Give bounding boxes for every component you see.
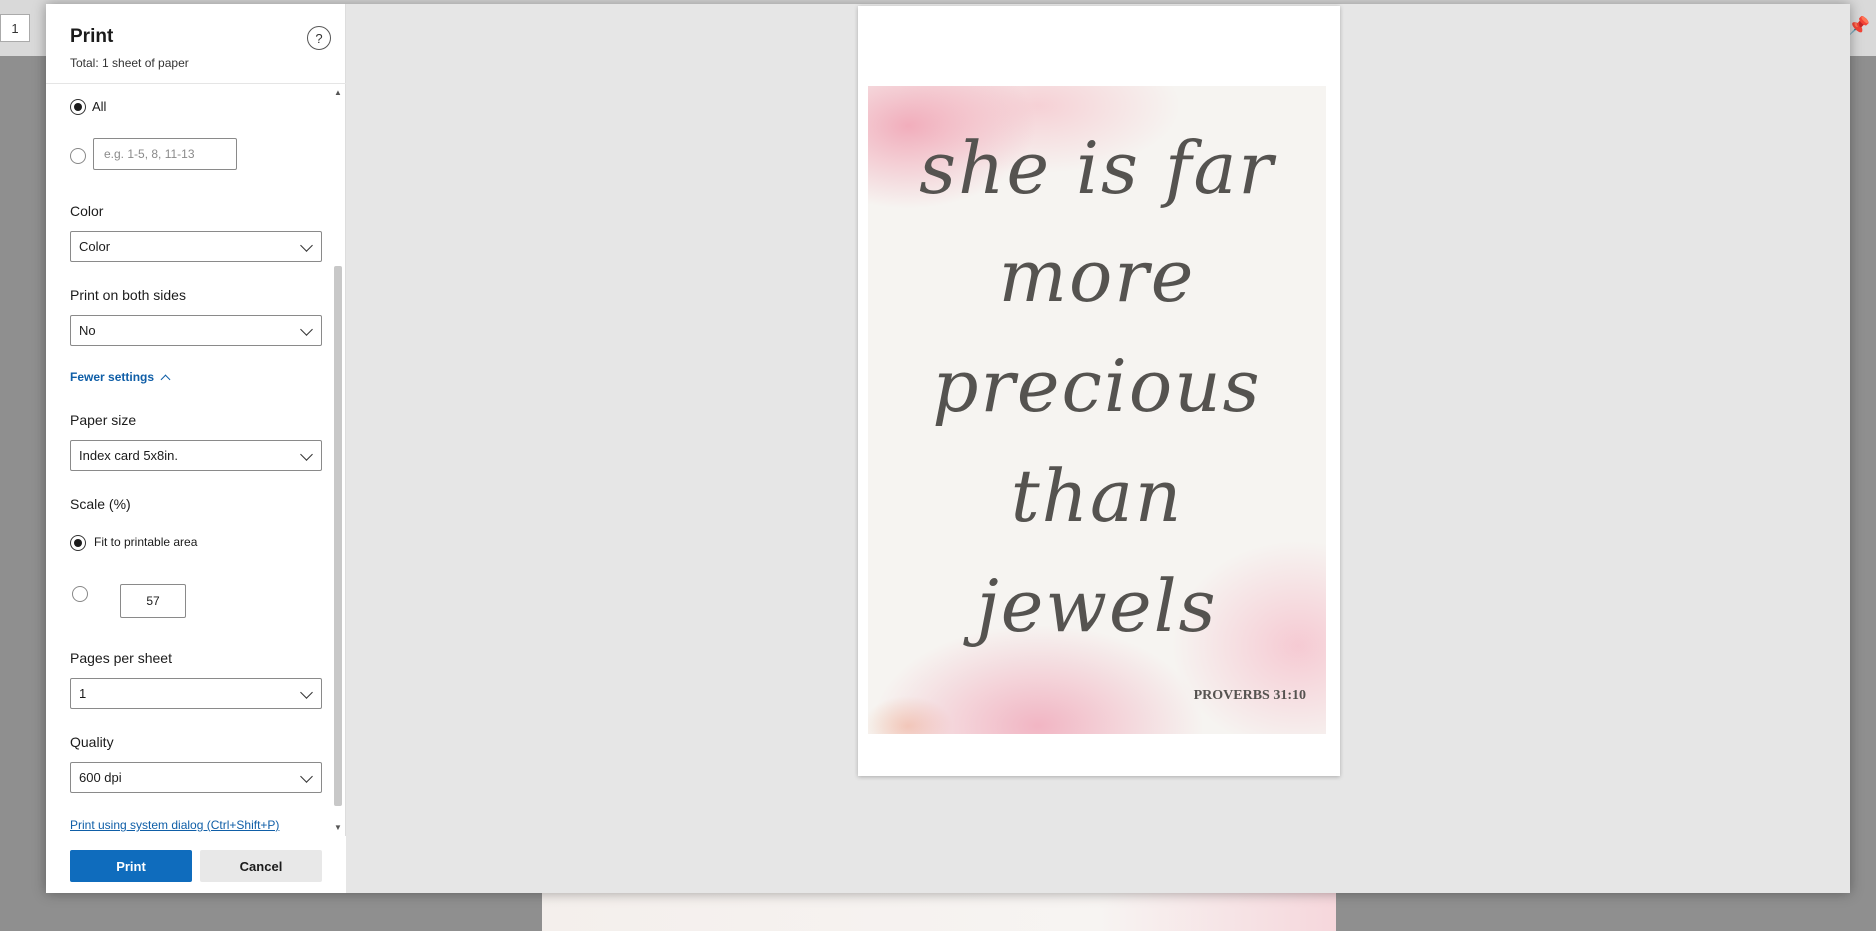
chevron-down-icon (300, 770, 313, 783)
scale-label: Scale (%) (70, 496, 131, 512)
duplex-select[interactable]: No (70, 315, 322, 346)
paper-size-value: Index card 5x8in. (79, 448, 179, 463)
preview-page: she is far more precious than jewels PRO… (858, 6, 1340, 776)
pages-all-radio[interactable] (70, 99, 86, 115)
settings-scrollbar[interactable]: ▲ ▼ (332, 86, 344, 834)
scale-custom-radio[interactable] (72, 586, 88, 602)
scale-value-input[interactable]: 57 (120, 584, 186, 618)
paper-size-select[interactable]: Index card 5x8in. (70, 440, 322, 471)
quality-value: 600 dpi (79, 770, 122, 785)
print-button[interactable]: Print (70, 850, 192, 882)
system-dialog-link[interactable]: Print using system dialog (Ctrl+Shift+P) (70, 818, 279, 832)
bible-reference: PROVERBS 31:10 (1193, 688, 1306, 703)
scroll-up-arrow-icon[interactable]: ▲ (334, 88, 342, 97)
quote-line-5: jewels (976, 564, 1218, 648)
scale-fit-radio[interactable] (70, 535, 86, 551)
fewer-settings-link[interactable]: Fewer settings (70, 370, 171, 385)
pages-per-sheet-value: 1 (79, 686, 87, 701)
quote-line-2: more (998, 234, 1196, 318)
pages-range-input[interactable]: e.g. 1-5, 8, 11-13 (93, 138, 237, 170)
panel-title: Print (70, 26, 114, 47)
fewer-settings-label: Fewer settings (70, 370, 155, 384)
duplex-value: No (79, 323, 96, 338)
help-icon[interactable]: ? (307, 26, 331, 50)
pin-icon[interactable]: 📌 (1848, 16, 1870, 37)
print-dialog: Print Total: 1 sheet of paper ? All e.g.… (46, 4, 1850, 893)
panel-header: Print Total: 1 sheet of paper ? (46, 4, 346, 84)
color-select[interactable]: Color (70, 231, 322, 262)
print-settings-panel: Print Total: 1 sheet of paper ? All e.g.… (46, 4, 346, 893)
pages-per-sheet-select[interactable]: 1 (70, 678, 322, 709)
quote-line-1: she is far (919, 126, 1275, 210)
color-label: Color (70, 203, 104, 219)
quality-label: Quality (70, 734, 114, 750)
color-value: Color (79, 239, 111, 254)
pages-per-sheet-label: Pages per sheet (70, 650, 172, 666)
paper-size-label: Paper size (70, 412, 137, 428)
panel-footer: Print Cancel (46, 836, 346, 893)
settings-scroll-area: All e.g. 1-5, 8, 11-13 Color Color Print… (46, 84, 346, 836)
duplex-label: Print on both sides (70, 287, 186, 303)
chevron-up-icon (160, 374, 171, 385)
quality-select[interactable]: 600 dpi (70, 762, 322, 793)
sheet-count: Total: 1 sheet of paper (70, 56, 189, 70)
chevron-down-icon (300, 686, 313, 699)
background-page-number[interactable]: 1 (0, 14, 30, 42)
preview-artwork: she is far more precious than jewels PRO… (868, 86, 1326, 734)
chevron-down-icon (300, 239, 313, 252)
scroll-thumb[interactable] (334, 266, 342, 806)
pages-custom-radio[interactable] (70, 148, 86, 164)
chevron-down-icon (300, 448, 313, 461)
chevron-down-icon (300, 323, 313, 336)
scroll-down-arrow-icon[interactable]: ▼ (334, 823, 342, 832)
scale-fit-label: Fit to printable area (94, 535, 198, 549)
cancel-button[interactable]: Cancel (200, 850, 322, 882)
pages-all-label: All (92, 99, 107, 114)
quote-line-4: than (1010, 454, 1184, 538)
quote-line-3: precious (932, 344, 1262, 428)
